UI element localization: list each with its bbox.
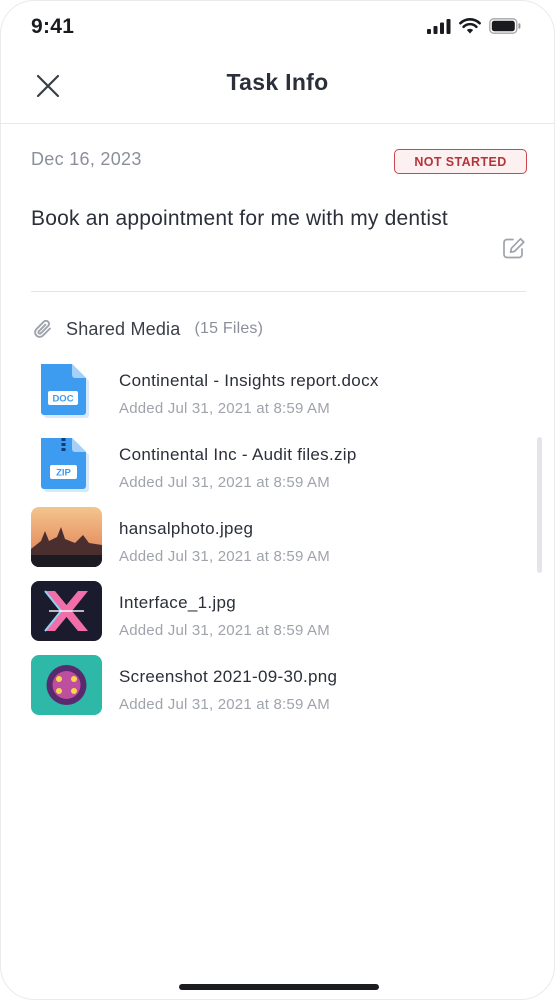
- paperclip-icon: [34, 319, 51, 338]
- status-badge: NOT STARTED: [394, 149, 527, 174]
- top-bar: Task Info: [1, 57, 554, 124]
- wifi-icon: [459, 18, 481, 34]
- doc-file-icon: DOC: [41, 364, 89, 418]
- file-name: Continental - Insights report.docx: [119, 371, 379, 390]
- status-bar: 9:41: [1, 1, 554, 57]
- shared-media-header: Shared Media (15 Files): [31, 315, 263, 343]
- list-item[interactable]: Interface_1.jpg Added Jul 31, 2021 at 8:…: [31, 581, 511, 655]
- file-added-date: Added Jul 31, 2021 at 8:59 AM: [119, 474, 330, 491]
- file-added-date: Added Jul 31, 2021 at 8:59 AM: [119, 696, 330, 713]
- phone-screen: 9:41 Task Info Dec 16, 2023 NOT STARTED: [0, 0, 555, 1000]
- scrollbar[interactable]: [537, 437, 542, 573]
- landscape-photo-thumbnail: [31, 507, 102, 567]
- list-item[interactable]: DOC Continental - Insights report.docx A…: [31, 359, 511, 433]
- shared-media-count: (15 Files): [194, 320, 264, 337]
- section-divider: [31, 291, 526, 292]
- task-title: Book an appointment for me with my denti…: [31, 207, 448, 230]
- screenshot-image-thumbnail: [31, 655, 102, 715]
- home-indicator[interactable]: [179, 984, 379, 990]
- shared-media-label: Shared Media: [66, 318, 181, 339]
- task-date: Dec 16, 2023: [31, 149, 142, 169]
- zip-badge-label: ZIP: [56, 468, 71, 479]
- file-name: Interface_1.jpg: [119, 593, 236, 612]
- list-item[interactable]: hansalphoto.jpeg Added Jul 31, 2021 at 8…: [31, 507, 511, 581]
- graphic-image-thumbnail: [31, 581, 102, 641]
- file-list: DOC Continental - Insights report.docx A…: [31, 359, 511, 729]
- battery-icon: [489, 18, 521, 34]
- cellular-signal-icon: [427, 19, 451, 34]
- file-added-date: Added Jul 31, 2021 at 8:59 AM: [119, 548, 330, 565]
- list-item[interactable]: Screenshot 2021-09-30.png Added Jul 31, …: [31, 655, 511, 729]
- list-item[interactable]: ZIP Continental Inc - Audit files.zip Ad…: [31, 433, 511, 507]
- status-time: 9:41: [31, 15, 75, 38]
- file-name: Continental Inc - Audit files.zip: [119, 445, 357, 464]
- zip-file-icon: ZIP: [41, 438, 89, 492]
- file-name: hansalphoto.jpeg: [119, 519, 254, 538]
- file-added-date: Added Jul 31, 2021 at 8:59 AM: [119, 622, 330, 639]
- edit-icon[interactable]: [502, 237, 526, 259]
- doc-badge-label: DOC: [52, 394, 73, 405]
- file-added-date: Added Jul 31, 2021 at 8:59 AM: [119, 400, 330, 417]
- file-name: Screenshot 2021-09-30.png: [119, 667, 338, 686]
- page-title: Task Info: [226, 69, 329, 95]
